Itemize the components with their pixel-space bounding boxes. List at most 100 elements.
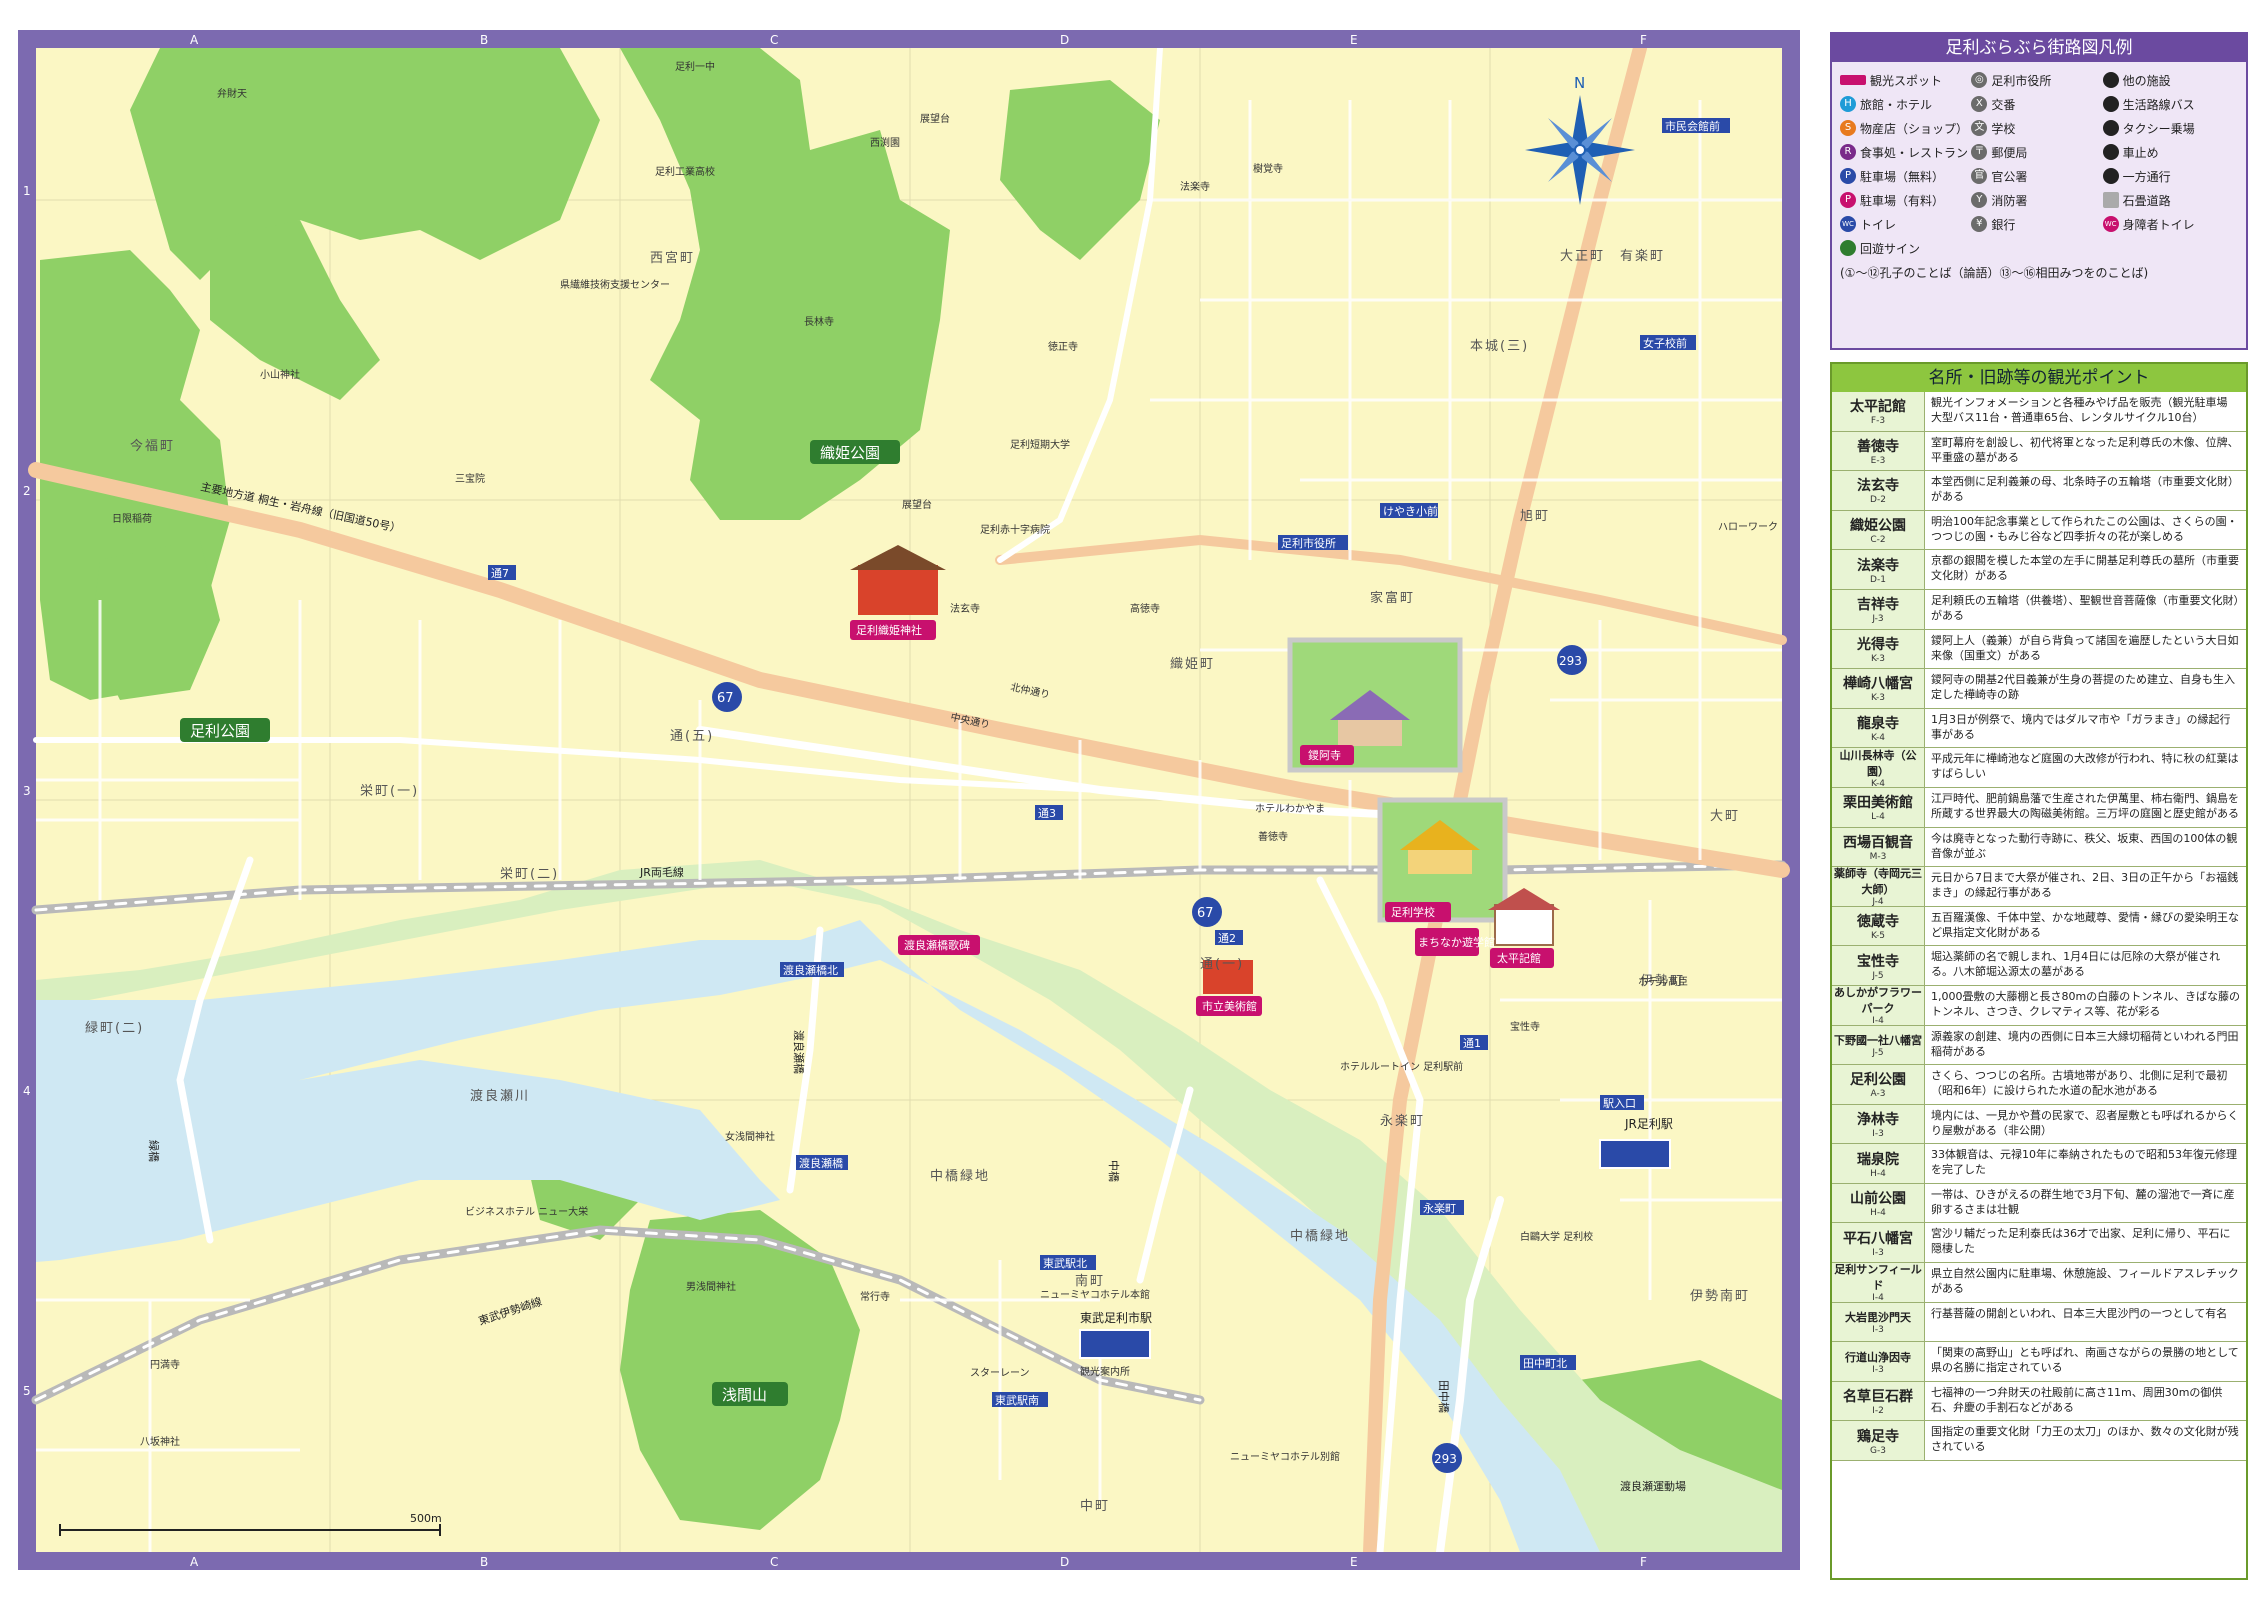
park-label-sengen: 浅間山 xyxy=(712,1382,788,1406)
poi-grid-ref: D-2 xyxy=(1870,495,1886,506)
poi-table: 名所・旧跡等の観光ポイント 太平記館 F-3 観光インフォメーションと各種みやげ品を… xyxy=(1830,362,2248,1580)
river-label-watarase: 渡良瀬川 xyxy=(470,1088,530,1104)
poi-row: 吉祥寺 J-3 足利頼氏の五輪塔（供養塔）、聖観世音菩薩像（市重要文化財）がある xyxy=(1832,589,2246,630)
svg-text:渡良瀬橋歌碑: 渡良瀬橋歌碑 xyxy=(904,938,970,952)
legend-label: 駐車場（有料） xyxy=(1860,193,1945,208)
label-newmiyako: ニューミヤコホテル本館 xyxy=(1040,1288,1150,1301)
spot-watarase-song[interactable]: 渡良瀬橋歌碑 xyxy=(898,935,980,955)
label-horakuji: 法楽寺 xyxy=(1180,180,1210,193)
legend-symbol-icon: P xyxy=(1840,192,1856,208)
town-imafuku: 今福町 xyxy=(130,438,175,454)
grid-col-b: B xyxy=(480,33,488,47)
label-nishibuchi: 西渕園 xyxy=(870,136,900,149)
poi-grid-ref: J-5 xyxy=(1872,1047,1884,1058)
legend-item: WC 身障者トイレ xyxy=(2102,212,2234,236)
legend-symbol-icon: WC xyxy=(1840,216,1856,232)
poi-description: 1,000畳敷の大藤棚と長さ80mの白藤のトンネル、きばな藤のトンネル、さつき、… xyxy=(1931,989,2240,1018)
spot-taiheiki[interactable]: 太平記館 xyxy=(1490,948,1554,968)
legend-item: 観光スポット xyxy=(1840,68,1971,92)
poi-row: 山川長林寺（公園） K-4 平成元年に樺崎池など庭園の大改修が行われ、特に秋の紅葉は… xyxy=(1832,748,2246,789)
poi-grid-ref: J-3 xyxy=(1872,614,1884,625)
legend-symbol-icon xyxy=(2102,120,2119,136)
label-hokoji: 宝性寺 xyxy=(1510,1020,1540,1033)
poi-description: 京都の銀閣を模した本堂の左手に開基足利尊氏の墓所（市重要文化財）がある xyxy=(1931,554,2239,583)
poi-row: 龍泉寺 K-4 1月3日が例祭で、境内ではダルマ市や「ガラまき」の縁起行事がある xyxy=(1832,708,2246,749)
side-panel: 足利ぶらぶら街路図凡例 観光スポット ◎ 足利市役所 他の施設 H 旅館・ホテル X 交番 生活… xyxy=(1830,32,2250,1580)
poi-title: 名所・旧跡等の観光ポイント xyxy=(1832,364,2246,392)
park-label-orihime: 織姫公園 xyxy=(810,440,900,464)
poi-name: 栗田美術館 L-4 xyxy=(1832,787,1925,827)
svg-text:田中町北: 田中町北 xyxy=(1523,1357,1567,1370)
sign-joshi-kouzen: 女子校前 xyxy=(1640,335,1696,350)
svg-text:足利公園: 足利公園 xyxy=(190,722,250,740)
legend-label: 駐車場（無料） xyxy=(1860,169,1945,184)
label-hotel-wakayama: ホテルわかやま xyxy=(1255,803,1325,815)
poi-name-text: 法楽寺 xyxy=(1857,557,1899,574)
spot-ashikaga-gakko[interactable]: 足利学校 xyxy=(1385,902,1451,922)
label-nyotai: 女浅間神社 xyxy=(725,1130,775,1143)
svg-text:東武駅北: 東武駅北 xyxy=(1043,1257,1087,1270)
svg-text:けやき小前: けやき小前 xyxy=(1383,504,1438,518)
label-hogenji: 法玄寺 xyxy=(950,602,980,615)
grid-row-3: 3 xyxy=(23,784,31,798)
poi-name: 龍泉寺 K-4 xyxy=(1832,708,1925,748)
legend-item: 石畳道路 xyxy=(2102,188,2234,212)
town-iseminami: 伊勢南町 xyxy=(1690,1288,1750,1304)
legend-item: P 駐車場（無料） xyxy=(1840,164,1971,188)
poi-description: 江戸時代、肥前鍋島藩で生産された伊萬里、柿右衛門、鍋島を所蔵する世界最大の陶磁美… xyxy=(1931,791,2239,820)
poi-row: 西場百観音 M-3 今は廃寺となった動行寺跡に、秩父、坂東、西国の100体の観音像が… xyxy=(1832,827,2246,868)
legend-label: 郵便局 xyxy=(1991,145,2028,160)
legend-label: 石畳道路 xyxy=(2122,193,2171,208)
legend-item: 回遊サイン xyxy=(1840,236,1971,260)
svg-text:渡良瀬橋北: 渡良瀬橋北 xyxy=(783,963,838,977)
label-kotokuji: 高徳寺 xyxy=(1130,602,1160,615)
route-67-marker-2: 67 xyxy=(1192,897,1222,927)
poi-name-text: 足利公園 xyxy=(1850,1072,1906,1089)
svg-text:まちなか遊学館: まちなか遊学館 xyxy=(1418,935,1495,949)
poi-name: 足利公園 A-3 xyxy=(1832,1065,1925,1104)
poi-name-text: 宝性寺 xyxy=(1857,953,1899,970)
poi-grid-ref: K-5 xyxy=(1871,931,1885,942)
svg-text:293: 293 xyxy=(1559,654,1582,668)
sign-watarase-bashi-kita: 渡良瀬橋北 xyxy=(780,962,844,977)
poi-name: 薬師寺（寺岡元三大師） J-4 xyxy=(1832,867,1925,907)
legend-symbol-icon xyxy=(2102,144,2119,160)
legend-label: 回遊サイン xyxy=(1860,241,1921,256)
poi-row: 下野國一社八幡宮 J-5 源義家の創建、境内の西側に日本三大縁切稲荷といわれる門田稲… xyxy=(1832,1025,2246,1066)
spot-banna[interactable]: 鑁阿寺 xyxy=(1300,745,1354,765)
tobu-station[interactable]: 東武足利市駅 xyxy=(1079,1310,1152,1359)
poi-name-text: 織姫公園 xyxy=(1850,518,1906,535)
poi-name: 山川長林寺（公園） K-4 xyxy=(1832,748,1925,789)
poi-name-text: 山前公園 xyxy=(1850,1191,1906,1208)
legend-symbol-icon: S xyxy=(1840,120,1856,136)
poi-row: 足利サンフィールド I-4 県立自然公園内に駐車場、休憩施設、フィールドアスレチック… xyxy=(1832,1263,2246,1303)
label-tenbodai: 展望台 xyxy=(920,112,950,125)
park-label-ashikaga: 足利公園 xyxy=(180,718,270,742)
svg-text:通1: 通1 xyxy=(1463,1037,1481,1050)
spot-orihime-shrine[interactable]: 足利織姫神社 xyxy=(850,620,936,640)
town-omachi: 大町 xyxy=(1710,809,1740,824)
poi-name-text: 樺崎八幡宮 xyxy=(1843,676,1913,693)
poi-name: 西場百観音 M-3 xyxy=(1832,827,1925,867)
legend-label: タクシー乗場 xyxy=(2122,121,2195,136)
poi-name-text: 吉祥寺 xyxy=(1857,597,1899,614)
label-ashikaga-red: 足利赤十字病院 xyxy=(980,523,1050,536)
legend-item: P 駐車場（有料） xyxy=(1840,188,1971,212)
poi-grid-ref: G-3 xyxy=(1870,1445,1886,1456)
poi-name: 光得寺 K-3 xyxy=(1832,629,1925,669)
grid-col-f-bottom: F xyxy=(1640,1555,1647,1569)
town-minami: 南町 xyxy=(1075,1273,1105,1289)
poi-description: 観光インフォメーションと各種みやげ品を販売（観光駐車場 大型バス11台・普通車6… xyxy=(1931,396,2228,424)
poi-name: 行道山浄因寺 I-3 xyxy=(1832,1342,1925,1381)
svg-text:女子校前: 女子校前 xyxy=(1643,336,1687,350)
label-hello-work: ハローワーク xyxy=(1718,521,1778,533)
poi-grid-ref: K-3 xyxy=(1871,693,1885,704)
poi-name-text: 龍泉寺 xyxy=(1857,716,1899,733)
poi-description: 国指定の重要文化財「力王の太刀」のほか、数々の文化財が残されている xyxy=(1931,1425,2239,1454)
sign-shiminkaikan: 市民会館前 xyxy=(1662,118,1730,133)
poi-name-text: 法玄寺 xyxy=(1857,478,1899,495)
spot-museum[interactable]: 市立美術館 xyxy=(1196,996,1262,1016)
poi-name-text: 善徳寺 xyxy=(1857,438,1899,455)
poi-name-text: 大岩毘沙門天 xyxy=(1845,1310,1911,1324)
label-kankou-annaijo: 観光案内所 xyxy=(1080,1365,1130,1378)
